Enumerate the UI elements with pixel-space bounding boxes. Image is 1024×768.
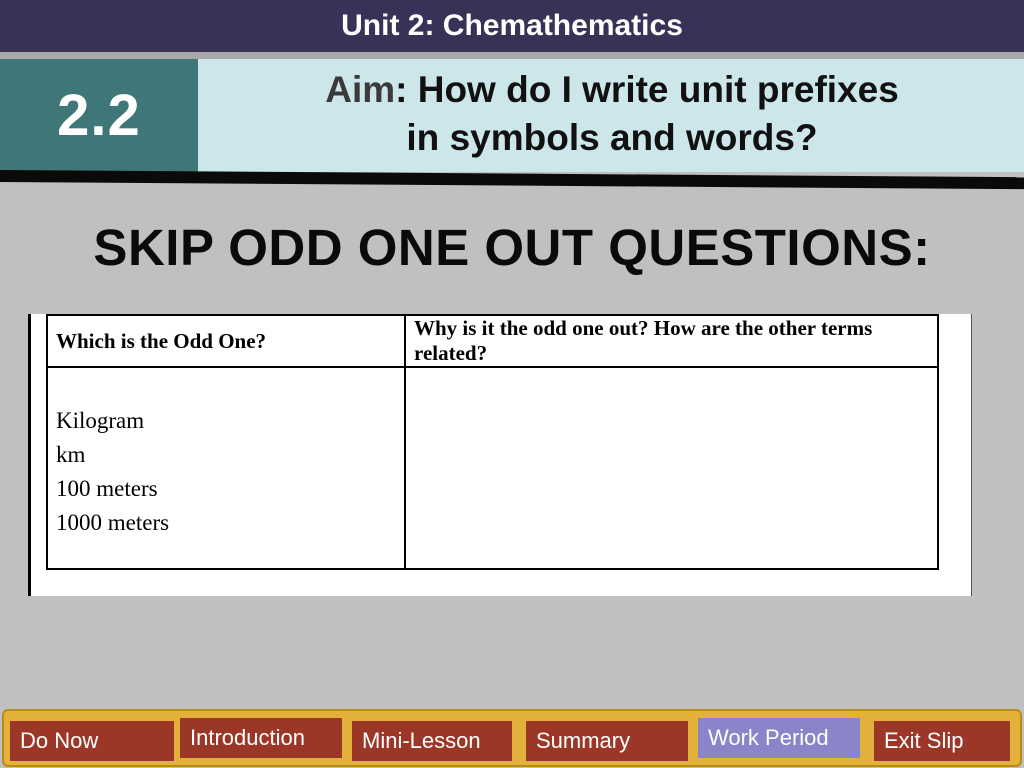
instruction-heading: SKIP ODD ONE OUT QUESTIONS: [93, 219, 931, 276]
answer-cell[interactable] [404, 366, 939, 570]
column-header-odd-one: Which is the Odd One? [46, 314, 406, 368]
aim-line-2: in symbols and words? [406, 117, 818, 158]
nav-do-now-button[interactable]: Do Now [10, 721, 174, 761]
title-bar-underline [0, 52, 1024, 59]
list-item: 1000 meters [56, 510, 170, 535]
nav-introduction-button[interactable]: Introduction [180, 718, 342, 758]
unit-title-bar: Unit 2: Chemathematics [0, 0, 1024, 52]
aim-line-1-text: : How do I write unit prefixes [395, 69, 899, 110]
list-item: Kilogram [56, 408, 145, 433]
lesson-nav-bar: Do Now Introduction Mini-Lesson Summary … [2, 709, 1022, 767]
nav-mini-lesson-button[interactable]: Mini-Lesson [352, 721, 512, 761]
aim-line-1: Aim: How do I write unit prefixes [200, 66, 1024, 114]
header-divider [0, 170, 1024, 190]
unit-title: Unit 2: Chemathematics [341, 9, 683, 42]
items-cell: Kilogram km 100 meters 1000 meters [46, 366, 406, 570]
aim-label: Aim [325, 69, 396, 110]
table-header-row: Which is the Odd One? Why is it the odd … [46, 314, 939, 368]
table-row: Kilogram km 100 meters 1000 meters [46, 366, 939, 570]
lesson-number-box: 2.2 [0, 59, 198, 172]
list-item: km [56, 442, 86, 467]
lesson-number: 2.2 [57, 83, 141, 148]
nav-summary-button[interactable]: Summary [526, 721, 688, 761]
nav-work-period-button[interactable]: Work Period [698, 718, 860, 758]
nav-exit-slip-button[interactable]: Exit Slip [874, 721, 1010, 761]
aim-question: Aim: How do I write unit prefixes in sym… [200, 66, 1024, 162]
column-header-why: Why is it the odd one out? How are the o… [404, 314, 939, 368]
worksheet-image: Which is the Odd One? Why is it the odd … [28, 314, 972, 596]
list-item: 100 meters [56, 476, 158, 501]
odd-one-out-table: Which is the Odd One? Why is it the odd … [46, 314, 939, 570]
